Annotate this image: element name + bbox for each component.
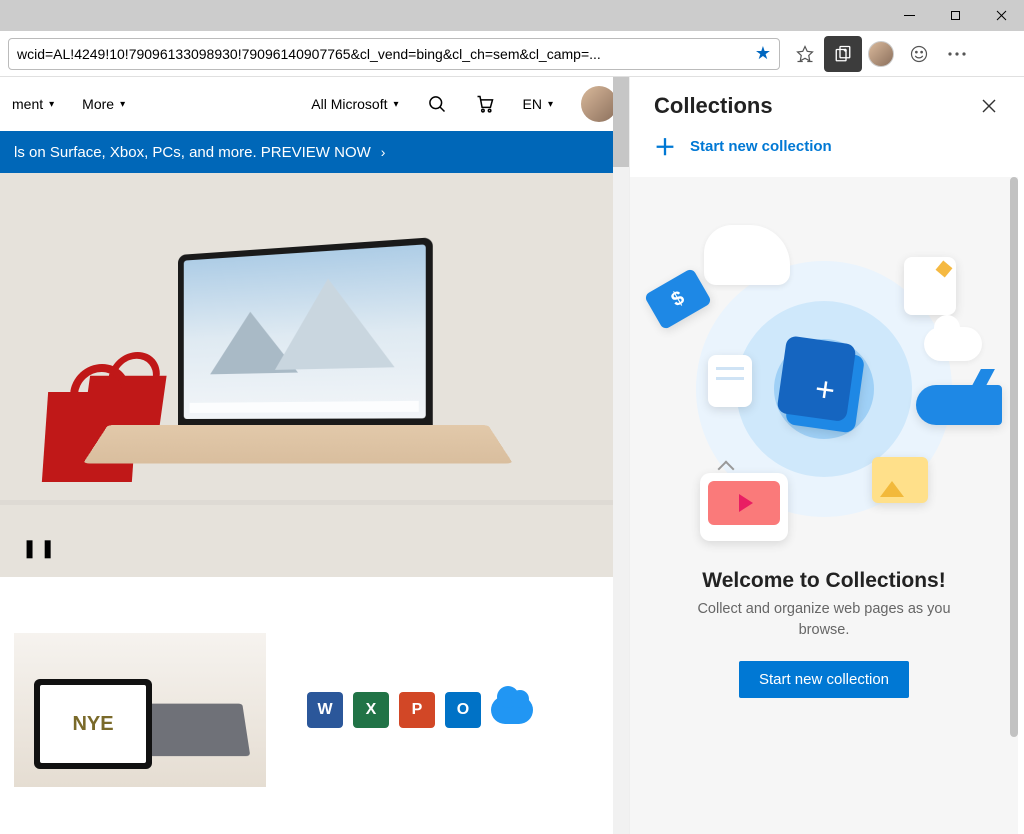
close-button[interactable] [978, 0, 1024, 31]
powerpoint-icon: P [399, 692, 435, 728]
plus-icon: ＋ [654, 135, 676, 157]
chevron-down-icon: ▾ [393, 99, 398, 110]
address-bar-text: wcid=AL!4249!10!79096133098930!790961409… [17, 46, 749, 62]
promo-text: ls on Surface, Xbox, PCs, and more. PREV… [14, 144, 371, 161]
more-menu-icon[interactable] [938, 36, 976, 72]
close-panel-button[interactable] [978, 95, 1000, 117]
start-new-collection-button[interactable]: Start new collection [739, 661, 909, 698]
document-icon [708, 355, 752, 407]
site-nav: ment▾ More▾ All Microsoft▾ EN▾ [0, 77, 629, 131]
toolbar-actions [786, 36, 976, 72]
favorites-list-icon[interactable] [786, 36, 824, 72]
chevron-down-icon: ▾ [548, 99, 553, 110]
collections-empty-state: + Welcome to Collections! Collect and or… [630, 177, 1018, 834]
collections-illustration: + [654, 217, 994, 547]
collections-panel: Collections ＋ Start new collection + [630, 77, 1024, 834]
chevron-down-icon: ▾ [49, 99, 54, 110]
excel-icon: X [353, 692, 389, 728]
tile-surface[interactable]: NYE [14, 633, 266, 787]
maximize-button[interactable] [932, 0, 978, 31]
welcome-description: Collect and organize web pages as you br… [694, 599, 954, 641]
chevron-right-icon: › [381, 144, 386, 160]
chevron-down-icon: ▾ [120, 99, 125, 110]
video-tv-icon [700, 473, 788, 541]
collections-title: Collections [654, 93, 773, 119]
account-avatar[interactable] [581, 86, 617, 122]
collections-icon[interactable] [824, 36, 862, 72]
word-icon: W [307, 692, 343, 728]
nav-item-all-microsoft[interactable]: All Microsoft▾ [311, 96, 398, 112]
feedback-smiley-icon[interactable] [900, 36, 938, 72]
window-titlebar [0, 0, 1024, 31]
promo-banner[interactable]: ls on Surface, Xbox, PCs, and more. PREV… [0, 131, 629, 173]
profile-avatar[interactable] [862, 36, 900, 72]
browser-toolbar: wcid=AL!4249!10!79096133098930!790961409… [0, 31, 1024, 77]
onedrive-icon [491, 696, 533, 724]
outlook-icon: O [445, 692, 481, 728]
tablet-image: NYE [34, 679, 152, 769]
panel-scrollbar[interactable] [1010, 177, 1018, 834]
cart-icon[interactable] [475, 94, 495, 114]
product-tiles: NYE W X P O [0, 577, 629, 787]
picture-icon [872, 457, 928, 503]
airplane-icon [916, 385, 1002, 425]
page-scrollbar[interactable] [613, 77, 629, 834]
start-new-collection-link[interactable]: ＋ Start new collection [630, 125, 1024, 177]
nav-item-truncated[interactable]: ment▾ [12, 96, 54, 112]
add-card-icon: + [785, 347, 865, 434]
carousel-pause-button[interactable]: ❚❚ [22, 538, 58, 559]
price-tag-icon [644, 268, 712, 331]
favorite-star-icon[interactable]: ★ [755, 43, 771, 64]
nav-item-language[interactable]: EN▾ [523, 96, 553, 112]
note-pencil-icon [904, 257, 956, 315]
nav-item-more[interactable]: More▾ [82, 96, 125, 112]
welcome-heading: Welcome to Collections! [648, 569, 1000, 593]
cloud-icon [924, 327, 982, 361]
office-app-icons: W X P O [307, 692, 533, 728]
laptop-image [108, 255, 488, 535]
hero-banner[interactable]: ❚❚ [0, 173, 629, 577]
search-icon[interactable] [427, 94, 447, 114]
tile-microsoft-365[interactable]: W X P O [294, 633, 546, 787]
shoe-icon [704, 225, 790, 285]
minimize-button[interactable] [886, 0, 932, 31]
webpage-content: ment▾ More▾ All Microsoft▾ EN▾ ls on Sur… [0, 77, 630, 834]
address-bar[interactable]: wcid=AL!4249!10!79096133098930!790961409… [8, 38, 780, 70]
